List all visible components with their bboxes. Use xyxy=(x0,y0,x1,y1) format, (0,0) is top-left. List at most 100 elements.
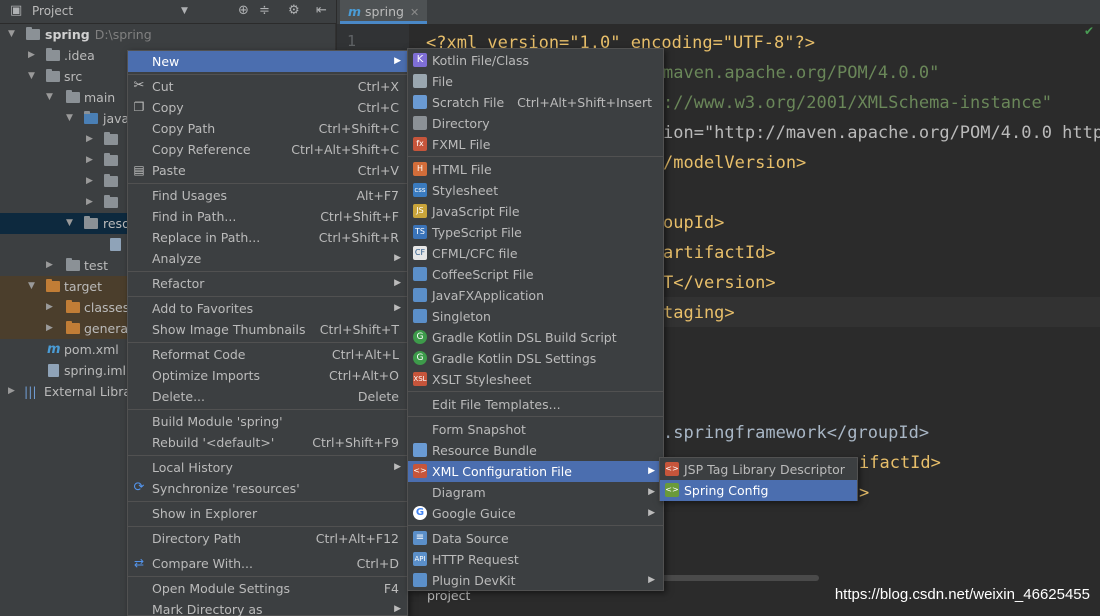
file-icon xyxy=(413,74,427,88)
menu-item-optimize-imports[interactable]: Optimize Imports Ctrl+Alt+O xyxy=(128,365,407,386)
menu-item-copy-reference[interactable]: Copy Reference Ctrl+Alt+Shift+C xyxy=(128,139,407,160)
menu-item-xml-configuration-file[interactable]: <> XML Configuration File ▶ xyxy=(408,461,663,482)
menu-item-label: Diagram xyxy=(432,485,486,500)
expand-arrow-icon[interactable]: ▶ xyxy=(46,255,56,276)
menu-item-analyze[interactable]: Analyze ▶ xyxy=(128,248,407,269)
menu-item-edit-file-templates[interactable]: Edit File Templates... xyxy=(408,394,663,415)
project-panel-title[interactable]: Project xyxy=(32,4,73,18)
menu-item-find-in-path[interactable]: Find in Path... Ctrl+Shift+F xyxy=(128,206,407,227)
menu-item-show-in-explorer[interactable]: Show in Explorer xyxy=(128,503,407,524)
expand-arrow-icon[interactable]: ▶ xyxy=(86,150,96,171)
menu-item-file[interactable]: File xyxy=(408,71,663,92)
menu-item-label: TypeScript File xyxy=(432,225,522,240)
menu-item-cfml-file[interactable]: CF CFML/CFC file xyxy=(408,243,663,264)
shortcut-label: Ctrl+Shift+C xyxy=(318,121,399,136)
menu-item-stylesheet[interactable]: css Stylesheet xyxy=(408,180,663,201)
menu-item-gradle-kotlin-settings[interactable]: G Gradle Kotlin DSL Settings xyxy=(408,348,663,369)
menu-item-label: Find in Path... xyxy=(152,209,237,224)
tree-item-spring[interactable]: ▼ spring D:\spring xyxy=(0,24,336,45)
menu-separator xyxy=(128,74,407,75)
xml-icon: <> xyxy=(413,464,427,478)
menu-item-gradle-kotlin-build-script[interactable]: G Gradle Kotlin DSL Build Script xyxy=(408,327,663,348)
menu-item-coffeescript-file[interactable]: CoffeeScript File xyxy=(408,264,663,285)
menu-item-build-module[interactable]: Build Module 'spring' xyxy=(128,411,407,432)
expand-arrow-icon[interactable]: ▶ xyxy=(86,129,96,150)
menu-item-refactor[interactable]: Refactor ▶ xyxy=(128,273,407,294)
menu-item-copy[interactable]: ❐ Copy Ctrl+C xyxy=(128,97,407,118)
hide-panel-icon[interactable]: ⇤ xyxy=(316,3,327,18)
expand-arrow-icon[interactable]: ▼ xyxy=(66,108,76,129)
expand-arrow-icon[interactable]: ▶ xyxy=(8,381,18,402)
menu-item-fxml-file[interactable]: fx FXML File xyxy=(408,134,663,155)
shortcut-label: Ctrl+Shift+F9 xyxy=(312,435,399,450)
menu-item-label: Stylesheet xyxy=(432,183,499,198)
locate-icon[interactable]: ⊕ xyxy=(238,3,249,18)
menu-item-google-guice[interactable]: G Google Guice ▶ xyxy=(408,503,663,524)
expand-arrow-icon[interactable]: ▶ xyxy=(86,192,96,213)
expand-arrow-icon[interactable]: ▶ xyxy=(46,318,56,339)
code-line: ion="http://maven.apache.org/POM/4.0.0 h… xyxy=(663,123,1100,143)
menu-item-rebuild[interactable]: Rebuild '<default>' Ctrl+Shift+F9 xyxy=(128,432,407,453)
menu-item-html-file[interactable]: H HTML File xyxy=(408,159,663,180)
menu-item-jsp-tag-library[interactable]: <> JSP Tag Library Descriptor xyxy=(660,459,857,480)
menu-item-spring-config[interactable]: <> Spring Config xyxy=(660,480,857,501)
menu-item-replace-in-path[interactable]: Replace in Path... Ctrl+Shift+R xyxy=(128,227,407,248)
menu-item-show-image-thumbnails[interactable]: Show Image Thumbnails Ctrl+Shift+T xyxy=(128,319,407,340)
tab-spring[interactable]: m spring ✕ xyxy=(340,0,428,24)
close-icon[interactable]: ✕ xyxy=(410,6,419,19)
inspection-ok-icon[interactable]: ✔ xyxy=(1084,24,1094,38)
expand-arrow-icon[interactable]: ▼ xyxy=(46,87,56,108)
menu-item-open-module-settings[interactable]: Open Module Settings F4 xyxy=(128,578,407,599)
menu-item-new[interactable]: New ▶ xyxy=(128,51,407,72)
menu-item-label: Paste xyxy=(152,163,186,178)
menu-item-form-snapshot[interactable]: Form Snapshot xyxy=(408,419,663,440)
menu-item-diagram[interactable]: Diagram ▶ xyxy=(408,482,663,503)
xslt-icon: XSL xyxy=(413,372,427,386)
menu-item-http-request[interactable]: API HTTP Request xyxy=(408,549,663,570)
shortcut-label: Ctrl+Shift+T xyxy=(319,322,399,337)
menu-item-data-source[interactable]: ≡ Data Source xyxy=(408,528,663,549)
menu-item-compare-with[interactable]: ⇄ Compare With... Ctrl+D xyxy=(128,553,407,574)
expand-arrow-icon[interactable]: ▼ xyxy=(28,66,38,87)
expand-arrow-icon[interactable]: ▼ xyxy=(66,213,76,234)
menu-item-singleton[interactable]: Singleton xyxy=(408,306,663,327)
menu-item-label: XML Configuration File xyxy=(432,464,572,479)
tree-label: classes xyxy=(84,300,130,315)
menu-separator xyxy=(128,183,407,184)
expand-arrow-icon[interactable]: ▼ xyxy=(28,276,38,297)
expand-arrow-icon[interactable]: ▶ xyxy=(28,45,38,66)
menu-item-plugin-devkit[interactable]: Plugin DevKit ▶ xyxy=(408,570,663,591)
chevron-down-icon[interactable]: ▼ xyxy=(181,6,188,16)
menu-item-javafx-application[interactable]: JavaFXApplication xyxy=(408,285,663,306)
expand-arrow-icon[interactable]: ▶ xyxy=(46,297,56,318)
menu-item-copy-path[interactable]: Copy Path Ctrl+Shift+C xyxy=(128,118,407,139)
menu-item-label: Copy xyxy=(152,100,184,115)
menu-item-scratch-file[interactable]: Scratch File Ctrl+Alt+Shift+Insert xyxy=(408,92,663,113)
menu-item-cut[interactable]: ✂ Cut Ctrl+X xyxy=(128,76,407,97)
menu-item-typescript-file[interactable]: TS TypeScript File xyxy=(408,222,663,243)
menu-item-resource-bundle[interactable]: Resource Bundle xyxy=(408,440,663,461)
menu-item-mark-directory-as[interactable]: Mark Directory as ▶ xyxy=(128,599,407,616)
collapse-all-icon[interactable]: ≑ xyxy=(259,3,270,18)
menu-item-xslt-stylesheet[interactable]: XSL XSLT Stylesheet xyxy=(408,369,663,390)
menu-item-label: XSLT Stylesheet xyxy=(432,372,532,387)
menu-item-find-usages[interactable]: Find Usages Alt+F7 xyxy=(128,185,407,206)
menu-item-local-history[interactable]: Local History ▶ xyxy=(128,457,407,478)
submenu-arrow-icon: ▶ xyxy=(394,303,401,313)
menu-item-delete[interactable]: Delete... Delete xyxy=(128,386,407,407)
menu-item-add-to-favorites[interactable]: Add to Favorites ▶ xyxy=(128,298,407,319)
menu-item-label: Mark Directory as xyxy=(152,602,263,616)
menu-item-paste[interactable]: ▤ Paste Ctrl+V xyxy=(128,160,407,181)
gear-icon[interactable]: ⚙ xyxy=(288,3,300,18)
menu-item-label: Scratch File xyxy=(432,95,505,110)
javascript-icon: JS xyxy=(413,204,427,218)
menu-item-javascript-file[interactable]: JS JavaScript File xyxy=(408,201,663,222)
expand-arrow-icon[interactable]: ▼ xyxy=(8,24,18,45)
expand-arrow-icon[interactable]: ▶ xyxy=(86,171,96,192)
menu-item-synchronize[interactable]: ⟳ Synchronize 'resources' xyxy=(128,478,407,499)
menu-item-directory-path[interactable]: Directory Path Ctrl+Alt+F12 xyxy=(128,528,407,549)
menu-item-directory[interactable]: Directory xyxy=(408,113,663,134)
menu-item-kotlin-file[interactable]: K Kotlin File/Class xyxy=(408,50,663,71)
menu-item-reformat-code[interactable]: Reformat Code Ctrl+Alt+L xyxy=(128,344,407,365)
menu-item-label: Replace in Path... xyxy=(152,230,261,245)
